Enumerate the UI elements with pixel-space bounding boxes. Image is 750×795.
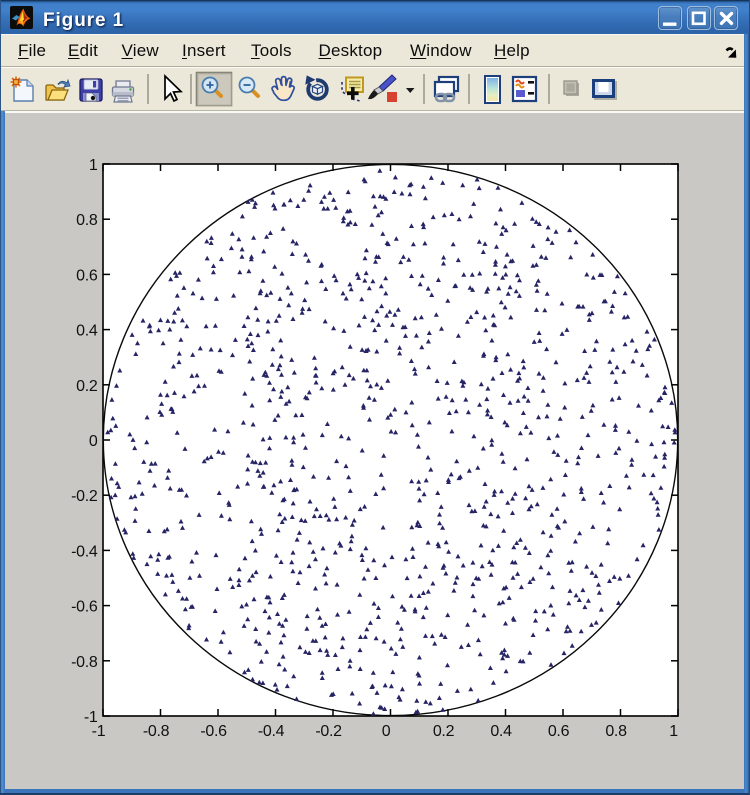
svg-text:-0.2: -0.2 (315, 723, 342, 740)
svg-text:-0.4: -0.4 (71, 543, 98, 560)
svg-text:-0.8: -0.8 (71, 654, 98, 671)
svg-text:-0.2: -0.2 (71, 488, 98, 505)
svg-text:1: 1 (669, 723, 678, 740)
svg-text:-0.6: -0.6 (200, 723, 227, 740)
svg-text:0.6: 0.6 (548, 723, 570, 740)
svg-text:-0.4: -0.4 (258, 723, 285, 740)
svg-text:0.4: 0.4 (490, 723, 512, 740)
svg-text:-0.6: -0.6 (71, 599, 98, 616)
svg-text:-0.8: -0.8 (143, 723, 170, 740)
svg-text:0: 0 (382, 723, 391, 740)
svg-text:1: 1 (89, 157, 98, 174)
svg-text:0.4: 0.4 (76, 323, 98, 340)
svg-text:0.2: 0.2 (76, 378, 98, 395)
svg-text:0.8: 0.8 (76, 212, 98, 229)
svg-text:0.8: 0.8 (605, 723, 627, 740)
svg-text:0.2: 0.2 (433, 723, 455, 740)
svg-text:0: 0 (89, 433, 98, 450)
svg-text:-1: -1 (84, 709, 98, 726)
svg-text:0.6: 0.6 (76, 267, 98, 284)
